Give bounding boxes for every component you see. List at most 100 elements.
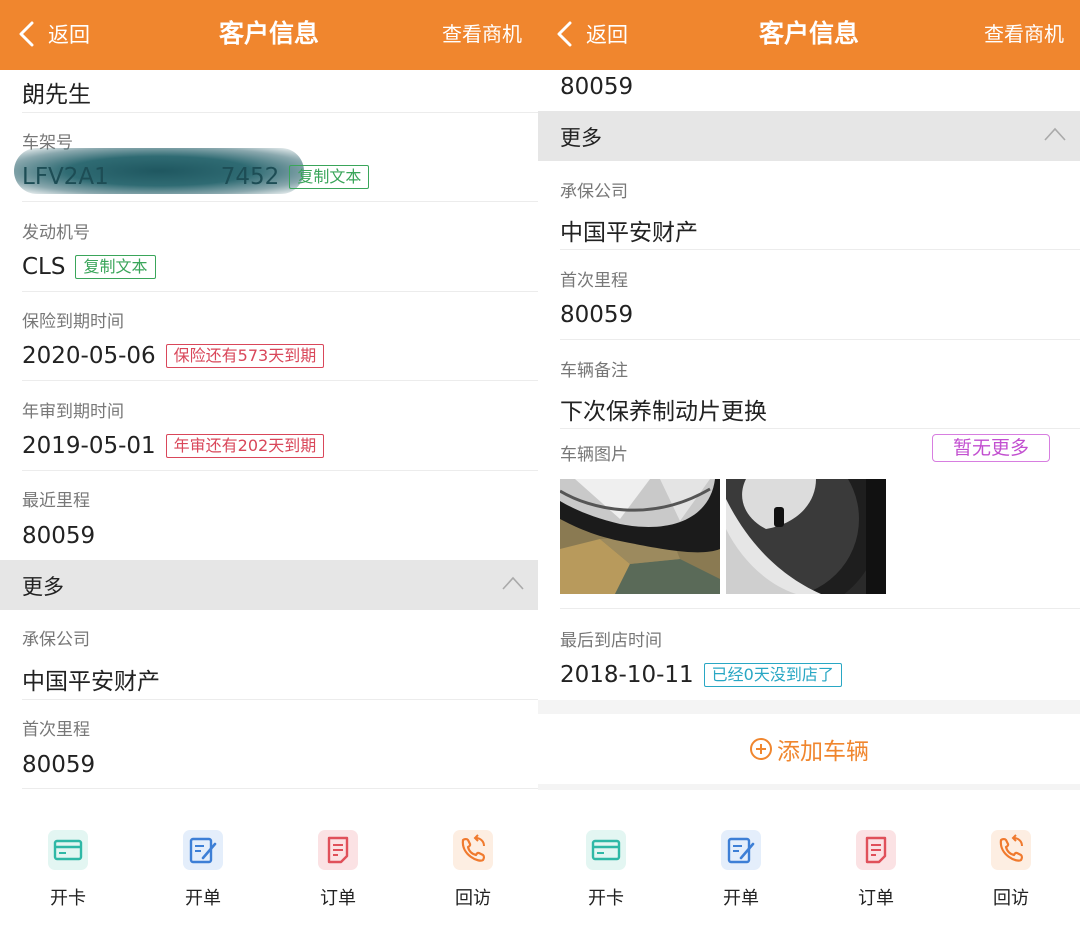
add-vehicle-label: 添加车辆 [777, 739, 869, 765]
copy-engine-button[interactable]: 复制文本 [75, 255, 156, 279]
back-label: 返回 [586, 23, 628, 47]
inspection-expiry-value: 2019-05-01 [22, 433, 156, 459]
bottom-tab-bar: 开卡 开单 订单 回访 [0, 810, 538, 934]
inspection-expiry-row: 2019-05-01 年审还有202天到期 [22, 433, 325, 459]
divider [560, 249, 1080, 250]
order-icon [856, 830, 896, 870]
customer-name: 朗先生 [22, 82, 91, 108]
insurer-label: 承保公司 [22, 630, 90, 650]
first-mileage-value: 80059 [560, 302, 634, 328]
engine-label: 发动机号 [22, 223, 90, 243]
callback-phone-icon [453, 830, 493, 870]
vin-suffix: 7452 [220, 164, 280, 190]
tab-label: 回访 [993, 888, 1029, 909]
chevron-left-icon [557, 21, 572, 47]
recent-mileage-value: 80059 [560, 74, 634, 100]
customer-details: 80059 更多 承保公司 中国平安财产 首次里程 80059 车辆备注 下次保… [538, 70, 1080, 790]
no-more-photos-badge[interactable]: 暂无更多 [932, 434, 1051, 462]
recent-mileage-label: 最近里程 [22, 491, 90, 511]
divider [560, 608, 1080, 609]
insurer-value: 中国平安财产 [22, 669, 160, 695]
back-label: 返回 [48, 23, 90, 47]
wheel-photo-image [726, 479, 886, 594]
back-button[interactable]: 返回 [16, 14, 90, 54]
last-visit-label: 最后到店时间 [560, 631, 662, 651]
tab-orders[interactable]: 订单 [836, 830, 916, 910]
first-mileage-value: 80059 [22, 752, 96, 778]
insurance-expiry-label: 保险到期时间 [22, 312, 124, 332]
first-mileage-label: 首次里程 [22, 720, 90, 740]
tab-label: 开卡 [588, 888, 624, 909]
tab-label: 回访 [455, 888, 491, 909]
divider [22, 788, 538, 789]
insurance-expiry-row: 2020-05-06 保险还有573天到期 [22, 343, 325, 369]
divider [22, 699, 538, 700]
more-section-toggle[interactable]: 更多 [0, 560, 538, 610]
spacer [538, 784, 1080, 790]
plus-circle-icon [750, 738, 772, 760]
view-opportunities-button[interactable]: 查看商机 [984, 14, 1064, 54]
more-label: 更多 [22, 575, 64, 599]
bottom-tab-bar: 开卡 开单 订单 回访 [538, 810, 1080, 934]
tire-photo-image [560, 479, 720, 594]
tab-create-order[interactable]: 开单 [163, 830, 243, 910]
nav-bar: 返回 客户信息 查看商机 [0, 0, 538, 70]
vin-value-row: LFV2A1 7452 复制文本 [22, 164, 370, 190]
remark-label: 车辆备注 [560, 361, 628, 381]
tab-open-card[interactable]: 开卡 [28, 830, 108, 910]
callback-phone-icon [991, 830, 1031, 870]
divider [560, 339, 1080, 340]
back-button[interactable]: 返回 [554, 14, 628, 54]
tab-label: 开单 [723, 888, 759, 909]
edit-form-icon [183, 830, 223, 870]
photos-label: 车辆图片 [560, 445, 628, 465]
engine-value: CLS [22, 254, 66, 280]
last-visit-row: 2018-10-11 已经0天没到店了 [560, 662, 842, 688]
customer-details: 朗先生 车架号 LFV2A1 7452 复制文本 发动机号 CLS 复制文本 保… [0, 70, 538, 790]
recent-mileage-value: 80059 [22, 523, 96, 549]
insurer-value: 中国平安财产 [560, 220, 698, 246]
tab-follow-up[interactable]: 回访 [971, 830, 1051, 910]
chevron-left-icon [19, 21, 34, 47]
more-label: 更多 [560, 126, 602, 150]
tab-label: 开卡 [50, 888, 86, 909]
left-screen: 返回 客户信息 查看商机 朗先生 车架号 LFV2A1 7452 复制文本 发动… [0, 0, 538, 934]
spacer [538, 700, 1080, 714]
divider [22, 470, 538, 471]
divider [560, 428, 1080, 429]
remark-value: 下次保养制动片更换 [560, 399, 767, 425]
divider [22, 291, 538, 292]
add-vehicle-button[interactable]: 添加车辆 [538, 714, 1080, 784]
tab-open-card[interactable]: 开卡 [566, 830, 646, 910]
days-since-visit-badge: 已经0天没到店了 [703, 663, 842, 687]
tab-orders[interactable]: 订单 [298, 830, 378, 910]
divider [22, 112, 538, 113]
vehicle-photo-2[interactable] [726, 479, 886, 594]
inspection-countdown-badge: 年审还有202天到期 [165, 434, 325, 458]
last-visit-value: 2018-10-11 [560, 662, 694, 688]
view-opportunities-button[interactable]: 查看商机 [442, 14, 522, 54]
inspection-expiry-label: 年审到期时间 [22, 402, 124, 422]
vehicle-photo-1[interactable] [560, 479, 720, 594]
card-icon [586, 830, 626, 870]
nav-bar: 返回 客户信息 查看商机 [538, 0, 1080, 70]
tab-label: 订单 [320, 888, 356, 909]
insurance-expiry-value: 2020-05-06 [22, 343, 156, 369]
edit-form-icon [721, 830, 761, 870]
insurer-label: 承保公司 [560, 182, 628, 202]
vin-value: LFV2A1 [22, 164, 109, 190]
first-mileage-label: 首次里程 [560, 271, 628, 291]
chevron-up-icon [1044, 127, 1066, 141]
divider [22, 201, 538, 202]
tab-label: 开单 [185, 888, 221, 909]
insurance-countdown-badge: 保险还有573天到期 [165, 344, 325, 368]
tab-create-order[interactable]: 开单 [701, 830, 781, 910]
order-icon [318, 830, 358, 870]
tab-follow-up[interactable]: 回访 [433, 830, 513, 910]
card-icon [48, 830, 88, 870]
copy-vin-button[interactable]: 复制文本 [289, 165, 370, 189]
right-screen: 返回 客户信息 查看商机 80059 更多 承保公司 中国平安财产 首次里程 8… [538, 0, 1080, 934]
tab-label: 订单 [858, 888, 894, 909]
more-section-toggle[interactable]: 更多 [538, 111, 1080, 161]
chevron-up-icon [502, 576, 524, 590]
